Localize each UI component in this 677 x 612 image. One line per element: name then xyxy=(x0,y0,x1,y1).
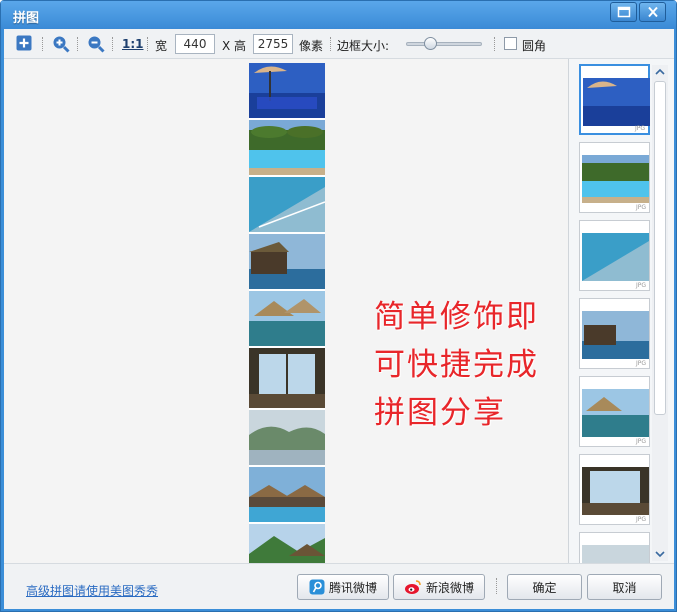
share-sina-weibo-button[interactable]: 新浪微博 xyxy=(393,574,485,600)
photo-mountain-hut xyxy=(249,524,325,563)
thumbnail-scrollbar[interactable] xyxy=(652,65,668,561)
photo-huts-lagoon xyxy=(249,291,325,346)
advanced-puzzle-link[interactable]: 高级拼图请使用美图秀秀 xyxy=(26,582,158,599)
toolbar-separator xyxy=(112,37,113,51)
bottom-separator xyxy=(496,578,497,594)
border-size-slider-thumb[interactable] xyxy=(424,37,437,50)
client-area: 1:1 宽 X 高 像素 边框大小: 圆角 xyxy=(4,29,674,609)
puzzle-strip[interactable] xyxy=(249,63,325,563)
toolbar-separator xyxy=(494,37,495,51)
file-type-badge: JPG xyxy=(635,282,646,289)
zoom-in-button[interactable] xyxy=(52,35,70,53)
round-corner-checkbox[interactable] xyxy=(504,37,517,50)
add-icon xyxy=(16,35,32,51)
thumbnail-item[interactable]: JPG xyxy=(579,298,650,369)
photo-pool-palms xyxy=(249,120,325,175)
file-type-badge: JPG xyxy=(635,360,646,367)
window-title: 拼图 xyxy=(13,11,40,26)
file-type-badge: JPG xyxy=(634,125,645,132)
thumbnail-item[interactable] xyxy=(579,532,650,564)
width-input[interactable] xyxy=(175,34,215,54)
height-label: X 高 xyxy=(222,39,247,53)
photo-window-view xyxy=(249,348,325,408)
zoom-in-icon xyxy=(53,36,70,53)
thumbnail-panel: JPG JPG JPG JPG JPG JPG xyxy=(570,59,674,564)
file-type-badge: JPG xyxy=(635,516,646,523)
photo-resort-pool xyxy=(249,467,325,522)
thumbnail-item[interactable]: JPG xyxy=(579,376,650,447)
scroll-down-icon[interactable] xyxy=(654,549,666,559)
scroll-thumb[interactable] xyxy=(654,81,666,415)
photo-bungalow-sea xyxy=(249,234,325,289)
maximize-icon xyxy=(617,6,631,18)
tencent-weibo-label: 腾讯微博 xyxy=(328,580,377,595)
thumbnail-item[interactable]: JPG xyxy=(579,220,650,291)
file-type-badge: JPG xyxy=(635,438,646,445)
close-button[interactable] xyxy=(639,2,666,22)
width-label: 宽 xyxy=(155,39,168,53)
sina-weibo-label: 新浪微博 xyxy=(425,580,474,595)
zoom-out-button[interactable] xyxy=(87,35,105,53)
promo-text-line-3: 拼图分享 xyxy=(374,395,506,431)
bottom-bar: 高级拼图请使用美图秀秀 腾讯微博 新浪微博 确定 取消 xyxy=(4,563,674,609)
thumbnail-item[interactable]: JPG xyxy=(579,142,650,213)
add-image-button[interactable] xyxy=(16,35,34,53)
file-type-badge: JPG xyxy=(635,204,646,211)
toolbar-separator xyxy=(147,37,148,51)
sina-weibo-icon xyxy=(404,580,421,594)
round-corner-label: 圆角 xyxy=(522,39,547,53)
maximize-button[interactable] xyxy=(610,2,637,22)
promo-text-line-2: 可快捷完成 xyxy=(374,347,539,383)
toolbar: 1:1 宽 X 高 像素 边框大小: 圆角 xyxy=(4,29,674,59)
tencent-weibo-icon xyxy=(309,579,325,595)
preview-canvas: 简单修饰即 可快捷完成 拼图分享 xyxy=(4,59,569,563)
toolbar-separator xyxy=(330,37,331,51)
height-input[interactable] xyxy=(253,34,293,54)
photo-umbrella-terrace xyxy=(249,63,325,118)
close-icon xyxy=(648,6,658,18)
ok-button[interactable]: 确定 xyxy=(507,574,582,600)
promo-text-line-1: 简单修饰即 xyxy=(374,299,539,335)
title-bar[interactable]: 拼图 xyxy=(1,1,676,29)
share-tencent-weibo-button[interactable]: 腾讯微博 xyxy=(297,574,389,600)
border-size-slider-track[interactable] xyxy=(406,42,482,46)
thumbnail-item[interactable]: JPG xyxy=(579,64,650,135)
photo-misty-lake xyxy=(249,410,325,465)
border-size-label: 边框大小: xyxy=(337,39,390,53)
toolbar-separator xyxy=(77,37,78,51)
puzzle-window: 拼图 1:1 宽 440 X 高 2755 像素 边框大小: 圆角 简单修饰即 … xyxy=(0,0,677,612)
scroll-up-icon[interactable] xyxy=(654,67,666,77)
photo-coast-aerial xyxy=(249,177,325,232)
toolbar-separator xyxy=(42,37,43,51)
cancel-button[interactable]: 取消 xyxy=(587,574,662,600)
zoom-out-icon xyxy=(88,36,105,53)
actual-size-button[interactable]: 1:1 xyxy=(122,37,144,51)
unit-label: 像素 xyxy=(299,39,324,53)
thumbnail-item[interactable]: JPG xyxy=(579,454,650,525)
